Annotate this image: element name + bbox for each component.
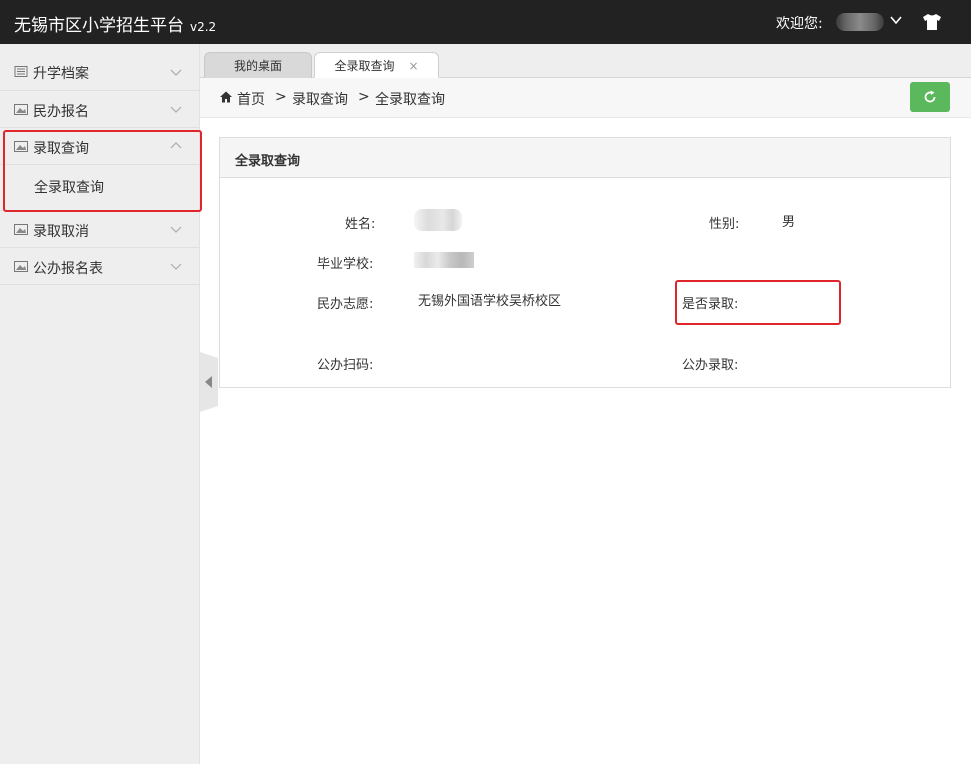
breadcrumb-separator: > <box>275 89 287 105</box>
highlight-box-admitted <box>675 280 841 325</box>
app-title-text: 无锡市区小学招生平台 <box>14 16 184 36</box>
sidebar-collapse-handle[interactable] <box>200 352 218 412</box>
tab-all-admission-query[interactable]: 全录取查询 × <box>314 52 439 78</box>
image-icon <box>14 104 28 115</box>
tab-label: 我的桌面 <box>233 59 282 73</box>
gender-label: 性别: <box>709 217 740 232</box>
public-admission-label: 公办录取: <box>682 358 739 373</box>
sidebar-item-label: 民办报名 <box>33 104 89 120</box>
private-choice-value: 无锡外国语学校吴桥校区 <box>418 294 562 309</box>
public-scan-label: 公办扫码: <box>317 358 374 373</box>
chevron-down-icon <box>170 69 182 76</box>
shirt-icon[interactable] <box>922 13 942 31</box>
chevron-down-icon[interactable] <box>890 14 902 26</box>
highlight-box-sidebar <box>3 130 202 212</box>
app-version: v2.2 <box>190 20 217 34</box>
graduate-school-value-redacted <box>414 252 474 268</box>
breadcrumb-separator: > <box>358 89 370 105</box>
sidebar-item-label: 升学档案 <box>33 66 89 82</box>
panel-title: 全录取查询 <box>235 154 301 169</box>
panel-header: 全录取查询 <box>220 138 950 178</box>
tab-bar: 我的桌面 全录取查询 × <box>200 44 971 78</box>
sidebar-item-admission-cancel[interactable]: 录取取消 <box>0 211 199 248</box>
chevron-left-icon <box>205 376 212 388</box>
app-title: 无锡市区小学招生平台 v2.2 <box>14 11 216 36</box>
breadcrumb-home[interactable]: 首页 <box>237 89 265 109</box>
graduate-school-label: 毕业学校: <box>317 257 374 272</box>
sidebar-item-label: 录取取消 <box>33 224 89 240</box>
name-value-redacted <box>414 209 462 231</box>
close-icon[interactable]: × <box>408 59 418 73</box>
breadcrumb: 首页 > 录取查询 > 全录取查询 <box>200 78 971 118</box>
home-icon <box>220 91 232 103</box>
chevron-down-icon <box>170 263 182 270</box>
breadcrumb-admission-query[interactable]: 录取查询 <box>292 89 348 109</box>
breadcrumb-current: 全录取查询 <box>375 92 445 108</box>
image-icon <box>14 261 28 272</box>
image-icon <box>14 224 28 235</box>
private-choice-label: 民办志愿: <box>317 297 374 312</box>
sidebar-item-label: 公办报名表 <box>33 261 103 277</box>
refresh-button[interactable] <box>910 82 950 112</box>
chevron-down-icon <box>170 106 182 113</box>
name-label: 姓名: <box>345 217 376 232</box>
gender-value: 男 <box>782 215 796 230</box>
top-header: 无锡市区小学招生平台 v2.2 欢迎您: <box>0 0 971 44</box>
sidebar-item-private-signup[interactable]: 民办报名 <box>0 91 199 128</box>
username-redacted[interactable] <box>836 13 884 31</box>
welcome-label: 欢迎您: <box>776 16 823 32</box>
tab-desktop[interactable]: 我的桌面 <box>204 52 312 78</box>
refresh-icon <box>924 90 936 103</box>
sidebar-item-archive[interactable]: 升学档案 <box>0 44 199 91</box>
tab-label: 全录取查询 <box>334 59 395 73</box>
document-icon <box>14 66 28 77</box>
sidebar-item-public-signup-form[interactable]: 公办报名表 <box>0 248 199 285</box>
chevron-down-icon <box>170 226 182 233</box>
